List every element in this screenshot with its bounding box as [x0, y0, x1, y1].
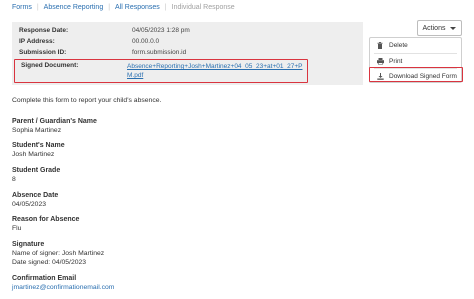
- field-value: Flu: [12, 225, 22, 232]
- response-page: Forms | Absence Reporting | All Response…: [0, 0, 474, 299]
- signed-document-label: Signed Document:: [21, 62, 79, 69]
- field-value: 04/05/2023: [12, 201, 47, 208]
- meta-value: 00.00.0.0: [132, 38, 160, 45]
- menu-item-delete[interactable]: Delete: [370, 40, 461, 50]
- breadcrumb-current: Individual Response: [171, 3, 235, 11]
- breadcrumb: Forms | Absence Reporting | All Response…: [12, 2, 235, 12]
- field-label: Student Grade: [12, 167, 61, 174]
- menu-divider: [374, 53, 457, 54]
- field-label: Student's Name: [12, 142, 65, 149]
- caret-down-icon: [450, 26, 457, 30]
- field-signature: Signature Name of signer: Josh Martinez …: [12, 240, 104, 267]
- signed-document-link[interactable]: Absence+Reporting+Josh+Martinez+04_05_23…: [127, 62, 303, 80]
- menu-item-print[interactable]: Print: [370, 56, 461, 66]
- breadcrumb-separator: |: [108, 3, 111, 11]
- field-value: Sophia Martinez: [12, 127, 62, 134]
- field-label: Reason for Absence: [12, 216, 80, 223]
- actions-button[interactable]: Actions: [417, 20, 462, 36]
- field-absence-date: Absence Date 04/05/2023: [12, 191, 58, 209]
- field-value: 8: [12, 176, 16, 183]
- form-intro: Complete this form to report your child'…: [12, 97, 162, 104]
- meta-value: 04/05/2023 1:28 pm: [132, 27, 190, 34]
- signed-document-row: Signed Document: Absence+Reporting+Josh+…: [14, 59, 308, 83]
- field-label: Confirmation Email: [12, 275, 77, 282]
- field-student-grade: Student Grade 8: [12, 166, 60, 184]
- field-confirmation-email: Confirmation Email jmartinez@confirmatio…: [12, 274, 114, 292]
- breadcrumb-forms[interactable]: Forms: [12, 4, 32, 11]
- confirmation-email-link[interactable]: jmartinez@confirmationemail.com: [12, 283, 114, 292]
- breadcrumb-separator: |: [36, 3, 39, 11]
- field-value: Josh Martinez: [12, 151, 55, 158]
- breadcrumb-absence-reporting[interactable]: Absence Reporting: [44, 4, 104, 11]
- breadcrumb-separator: |: [164, 3, 167, 11]
- field-reason-for-absence: Reason for Absence Flu: [12, 215, 79, 233]
- menu-item-label: Delete: [389, 41, 408, 49]
- meta-label: Response Date:: [19, 27, 69, 34]
- download-signed-form-highlight: [369, 67, 463, 82]
- meta-value: form.submission.id: [132, 49, 187, 56]
- field-student-name: Student's Name Josh Martinez: [12, 141, 65, 159]
- printer-icon: [375, 57, 385, 65]
- field-label: Parent / Guardian's Name: [12, 118, 97, 125]
- trash-icon: [375, 41, 385, 49]
- field-label: Absence Date: [12, 192, 59, 199]
- menu-item-label: Print: [389, 57, 403, 65]
- field-value: Name of signer: Josh Martinez: [12, 250, 105, 257]
- meta-label: Submission ID:: [19, 49, 67, 56]
- field-parent-guardian-name: Parent / Guardian's Name Sophia Martinez: [12, 117, 97, 135]
- meta-label: IP Address:: [19, 38, 55, 45]
- field-value: Date signed: 04/05/2023: [12, 259, 87, 266]
- field-label: Signature: [12, 241, 45, 248]
- actions-label: Actions: [422, 24, 446, 32]
- breadcrumb-all-responses[interactable]: All Responses: [115, 4, 160, 11]
